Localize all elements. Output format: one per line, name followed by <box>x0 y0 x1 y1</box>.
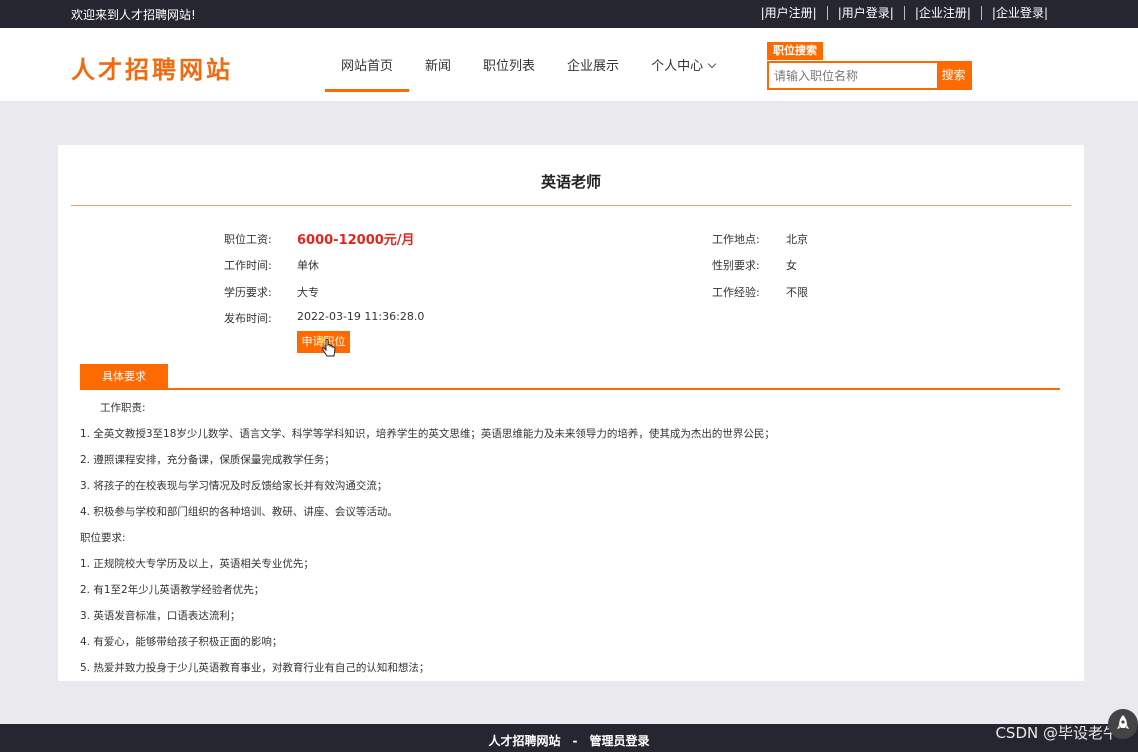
nav-news[interactable]: 新闻 <box>409 28 467 101</box>
site-header: 人才招聘网站 网站首页 新闻 职位列表 企业展示 个人中心 职位搜索 搜索 <box>0 28 1138 101</box>
location-label: 工作地点: <box>712 233 760 246</box>
nav-home[interactable]: 网站首页 <box>325 28 410 101</box>
footer-separator: - <box>572 734 578 748</box>
requirement-line: 4. 有爱心，能够带给孩子积极正面的影响； <box>80 636 283 648</box>
admin-login-link[interactable]: 管理员登录 <box>589 734 649 748</box>
requirement-line: 1. 正规院校大专学历及以上，英语相关专业优先； <box>80 558 314 570</box>
search-box: 搜索 <box>767 61 972 90</box>
location-value: 北京 <box>786 233 808 246</box>
tab-requirements[interactable]: 具体要求 <box>80 364 168 389</box>
education-label: 学历要求: <box>224 286 272 299</box>
requirement-line: 1. 全英文教授3至18岁少儿数学、语言文学、科学等学科知识，培养学生的英文思维… <box>80 428 775 440</box>
requirements-tab-strip: 具体要求 <box>80 364 1060 390</box>
company-register-link[interactable]: |企业注册| <box>903 6 981 20</box>
experience-value: 不限 <box>786 286 808 299</box>
experience-label: 工作经验: <box>712 286 760 299</box>
requirement-line: 2. 有1至2年少儿英语教学经验者优先； <box>80 584 265 596</box>
chevron-down-icon <box>707 59 717 69</box>
site-footer: 人才招聘网站 - 管理员登录 <box>0 724 1138 752</box>
company-login-link[interactable]: |企业登录| <box>980 6 1058 20</box>
salary-label: 职位工资: <box>224 233 272 246</box>
requirement-line: 5. 热爱并致力投身于少儿英语教育事业，对教育行业有自己的认知和想法； <box>80 662 430 674</box>
publish-time-value: 2022-03-19 11:36:28.0 <box>297 310 425 323</box>
requirement-line: 2. 遵照课程安排，充分备课，保质保量完成教学任务； <box>80 454 335 466</box>
publish-time-label: 发布时间: <box>224 312 272 325</box>
duties-heading: 工作职责: <box>100 402 146 414</box>
nav-companies[interactable]: 企业展示 <box>551 28 635 101</box>
requirement-line: 4. 积极参与学校和部门组织的各种培训、教研、讲座、会议等活动。 <box>80 506 398 518</box>
requirement-line: 3. 将孩子的在校表现与学习情况及时反馈给家长并有效沟通交流； <box>80 480 388 492</box>
nav-personal-center[interactable]: 个人中心 <box>635 28 731 101</box>
search-button[interactable]: 搜索 <box>937 63 970 88</box>
title-divider <box>71 205 1071 206</box>
welcome-text: 欢迎来到人才招聘网站! <box>71 8 196 22</box>
user-login-link[interactable]: |用户登录| <box>826 6 904 20</box>
user-register-link[interactable]: |用户注册| <box>751 6 827 20</box>
nav-job-list[interactable]: 职位列表 <box>467 28 551 101</box>
requirement-line: 3. 英语发音标准，口语表达流利； <box>80 610 241 622</box>
job-detail-card: 英语老师 职位工资: 6000-12000元/月 工作时间: 单休 学历要求: … <box>58 145 1084 681</box>
footer-site-name[interactable]: 人才招聘网站 <box>488 734 560 748</box>
rocket-glyph-icon <box>1117 715 1129 729</box>
qualifications-heading: 职位要求: <box>80 532 126 544</box>
gender-value: 女 <box>786 259 797 272</box>
work-time-value: 单休 <box>297 259 319 272</box>
hand-cursor-icon <box>320 337 336 357</box>
job-search-input[interactable] <box>769 63 938 88</box>
salary-value: 6000-12000元/月 <box>297 233 415 248</box>
education-value: 大专 <box>297 286 319 299</box>
nav-personal-center-label: 个人中心 <box>651 59 704 74</box>
top-bar: 欢迎来到人才招聘网站! |用户注册| |用户登录| |企业注册| |企业登录| <box>0 0 1138 28</box>
gender-label: 性别要求: <box>712 259 760 272</box>
site-logo[interactable]: 人才招聘网站 <box>71 50 233 85</box>
rocket-icon[interactable] <box>1108 709 1138 739</box>
job-title: 英语老师 <box>540 173 601 191</box>
main-nav: 网站首页 新闻 职位列表 企业展示 个人中心 <box>325 28 731 101</box>
search-tag: 职位搜索 <box>767 42 823 60</box>
work-time-label: 工作时间: <box>224 259 272 272</box>
csdn-watermark: CSDN @毕设老牛 <box>995 724 1118 742</box>
account-links: |用户注册| |用户登录| |企业注册| |企业登录| <box>751 6 1058 20</box>
